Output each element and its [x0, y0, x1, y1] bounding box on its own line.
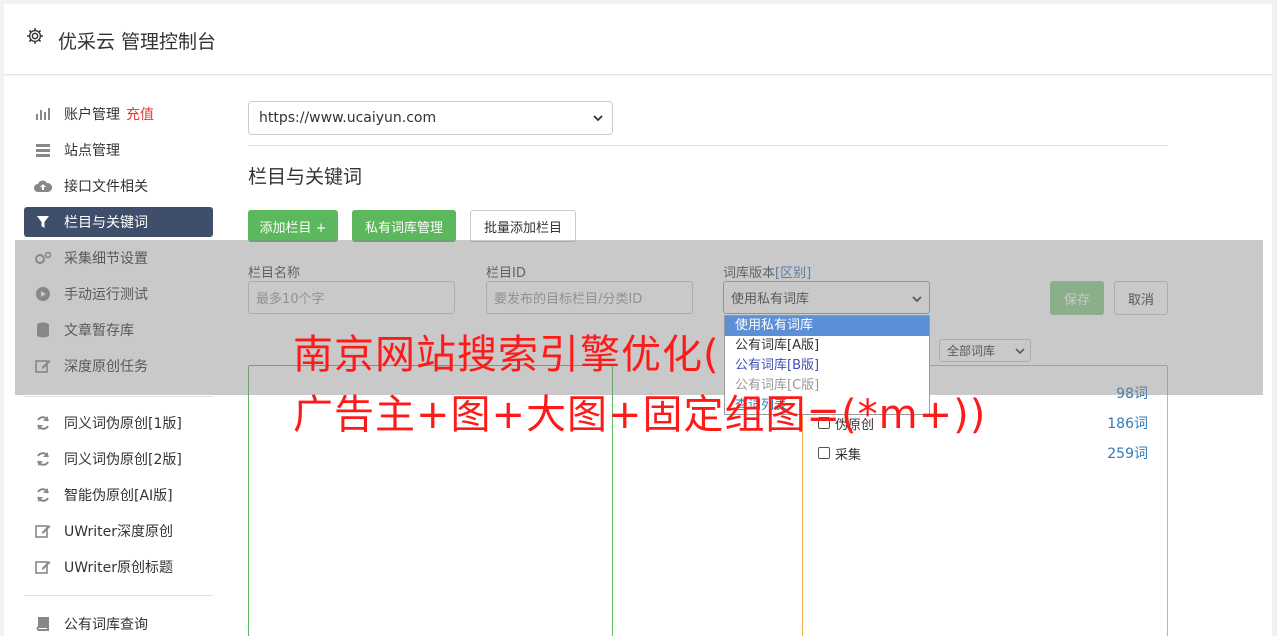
- add-column-button[interactable]: 添加栏目 +: [248, 210, 338, 242]
- sidebar-item-public-lib[interactable]: 公有词库查询: [24, 609, 213, 636]
- sidebar-divider: [24, 396, 213, 397]
- library-name: 采集: [835, 447, 862, 463]
- watermark-line-1: 南京网站搜索引擎优化(: [293, 332, 720, 378]
- library-count: 186词: [1107, 416, 1148, 432]
- gear-icon: [27, 28, 43, 44]
- library-row[interactable]: 采集 259词: [818, 443, 1148, 463]
- server-icon: [34, 141, 52, 159]
- sidebar-item-interface[interactable]: 接口文件相关: [24, 171, 213, 201]
- refresh-icon: [34, 414, 52, 432]
- refresh-icon: [34, 450, 52, 468]
- dropdown-option[interactable]: 公有词库[B版]: [725, 356, 929, 376]
- sidebar-item-synonym-v2[interactable]: 同义词伪原创[2版]: [24, 444, 213, 474]
- sidebar-item-account[interactable]: 账户管理 充值: [24, 99, 213, 129]
- edit-icon: [34, 558, 52, 576]
- sidebar-item-label: UWriter原创标题: [64, 560, 173, 576]
- private-library-button[interactable]: 私有词库管理: [352, 210, 456, 242]
- site-select-value: https://www.ucaiyun.com: [259, 110, 437, 126]
- sidebar-item-ai-rewrite[interactable]: 智能伪原创[AI版]: [24, 480, 213, 510]
- section-title: 栏目与关键词: [248, 166, 363, 188]
- sidebar-item-label: 账户管理: [64, 107, 120, 123]
- sidebar-item-uwriter-title[interactable]: UWriter原创标题: [24, 552, 213, 582]
- sidebar-item-label: 智能伪原创[AI版]: [64, 488, 173, 504]
- chevron-down-icon: [593, 115, 603, 122]
- app-title: 优采云 管理控制台: [58, 31, 217, 53]
- sidebar-item-sites[interactable]: 站点管理: [24, 135, 213, 165]
- bar-chart-icon: [34, 105, 52, 123]
- filter-icon: [34, 213, 52, 231]
- recharge-link[interactable]: 充值: [126, 104, 154, 124]
- sidebar-divider: [24, 595, 213, 596]
- cloud-upload-icon: [34, 177, 52, 195]
- checkbox[interactable]: [818, 447, 830, 459]
- watermark-line-2: 广告主+图+大图+固定组图=(*m+)): [293, 392, 987, 438]
- sidebar-item-label: 接口文件相关: [64, 179, 148, 195]
- sidebar-item-label: UWriter深度原创: [64, 524, 173, 540]
- sidebar-item-label: 同义词伪原创[2版]: [64, 452, 182, 468]
- site-select[interactable]: https://www.ucaiyun.com: [248, 101, 613, 135]
- refresh-icon: [34, 486, 52, 504]
- sidebar-item-label: 站点管理: [64, 143, 120, 159]
- sidebar-item-synonym-v1[interactable]: 同义词伪原创[1版]: [24, 408, 213, 438]
- library-count: 259词: [1107, 446, 1148, 462]
- top-header: 优采云 管理控制台: [4, 4, 1272, 75]
- sidebar-item-columns[interactable]: 栏目与关键词: [24, 207, 213, 237]
- dropdown-option[interactable]: 公有词库[A版]: [725, 336, 929, 356]
- dropdown-option[interactable]: 使用私有词库: [725, 316, 929, 336]
- divider: [248, 145, 1168, 146]
- sidebar-item-label: 公有词库查询: [64, 617, 148, 633]
- batch-add-column-button[interactable]: 批量添加栏目: [470, 210, 576, 242]
- sidebar-item-uwriter-deep[interactable]: UWriter深度原创: [24, 516, 213, 546]
- book-icon: [34, 615, 52, 633]
- sidebar-item-label: 栏目与关键词: [64, 215, 148, 231]
- edit-icon: [34, 522, 52, 540]
- sidebar-item-label: 同义词伪原创[1版]: [64, 416, 182, 432]
